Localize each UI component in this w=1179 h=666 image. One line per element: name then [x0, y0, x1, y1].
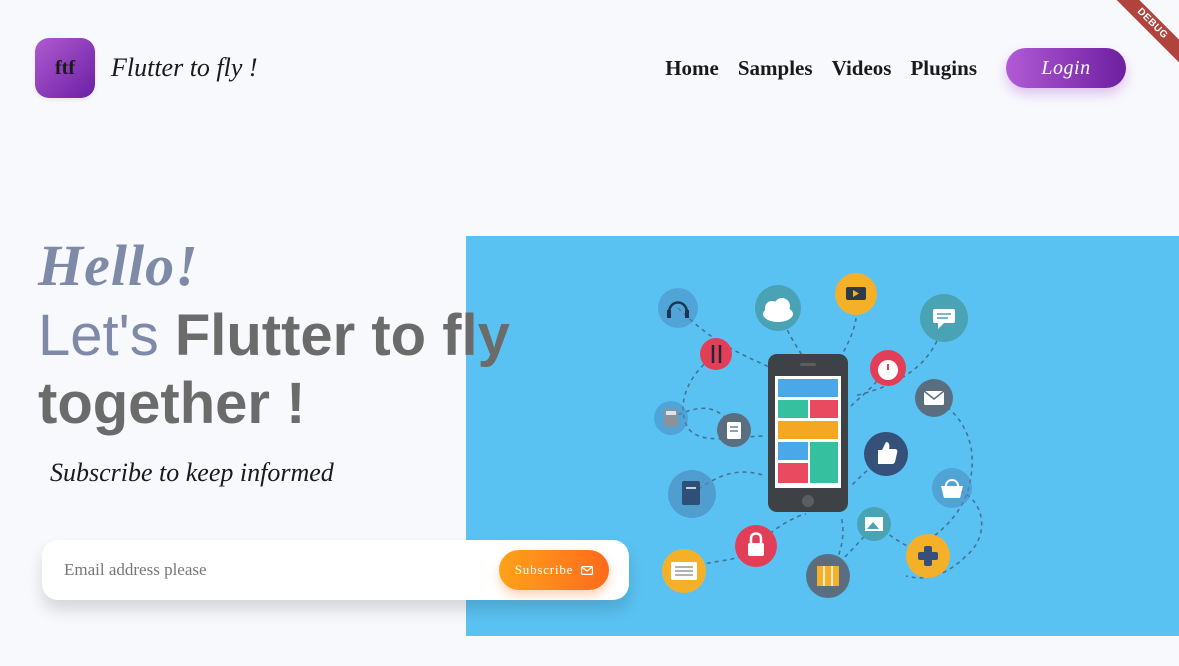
headline-soft: Let's [38, 303, 159, 368]
logo-text: ftf [55, 56, 75, 79]
nav-plugins[interactable]: Plugins [910, 56, 977, 81]
envelope-icon [581, 565, 594, 575]
thumbs-up-icon [864, 432, 908, 476]
video-icon [835, 273, 877, 315]
headline-strong-2: together ! [38, 371, 306, 436]
news-icon [662, 549, 706, 593]
hello-heading: Hello! [38, 233, 199, 298]
basket-icon [932, 468, 972, 508]
email-input[interactable] [62, 559, 499, 581]
image-icon [857, 507, 891, 541]
subscribe-caption: Subscribe to keep informed [50, 458, 334, 487]
cloud-icon [755, 285, 801, 331]
map-icon [806, 554, 850, 598]
timer-icon [870, 350, 906, 386]
calculator-icon [654, 401, 688, 435]
debug-banner: DEBUG [1099, 0, 1179, 80]
header: ftf Flutter to fly ! Home Samples Videos… [35, 38, 1126, 98]
nav-home[interactable]: Home [665, 56, 719, 81]
subscribe-button[interactable]: Subscribe [499, 550, 609, 590]
subscribe-button-label: Subscribe [514, 562, 574, 577]
nav-samples[interactable]: Samples [738, 56, 813, 81]
hero-headline: Let's Flutter to fly together ! [38, 302, 558, 438]
gamepad-icon [906, 534, 950, 578]
mail-icon [915, 379, 953, 417]
nav-videos[interactable]: Videos [832, 56, 892, 81]
debug-banner-label: DEBUG [1107, 0, 1179, 69]
document-icon [717, 413, 751, 447]
lock-icon [735, 525, 777, 567]
subscribe-form: Subscribe [42, 540, 629, 600]
notebook-icon [668, 470, 716, 518]
chat-icon [920, 294, 968, 342]
logo[interactable]: ftf [35, 38, 95, 98]
site-name: Flutter to fly ! [111, 53, 258, 82]
smartphone-illustration [768, 354, 848, 512]
headline-strong-1: Flutter to fly [174, 303, 510, 368]
headphones-icon [658, 288, 698, 328]
restaurant-icon [700, 338, 732, 370]
main-nav: Home Samples Videos Plugins Login [665, 48, 1126, 88]
